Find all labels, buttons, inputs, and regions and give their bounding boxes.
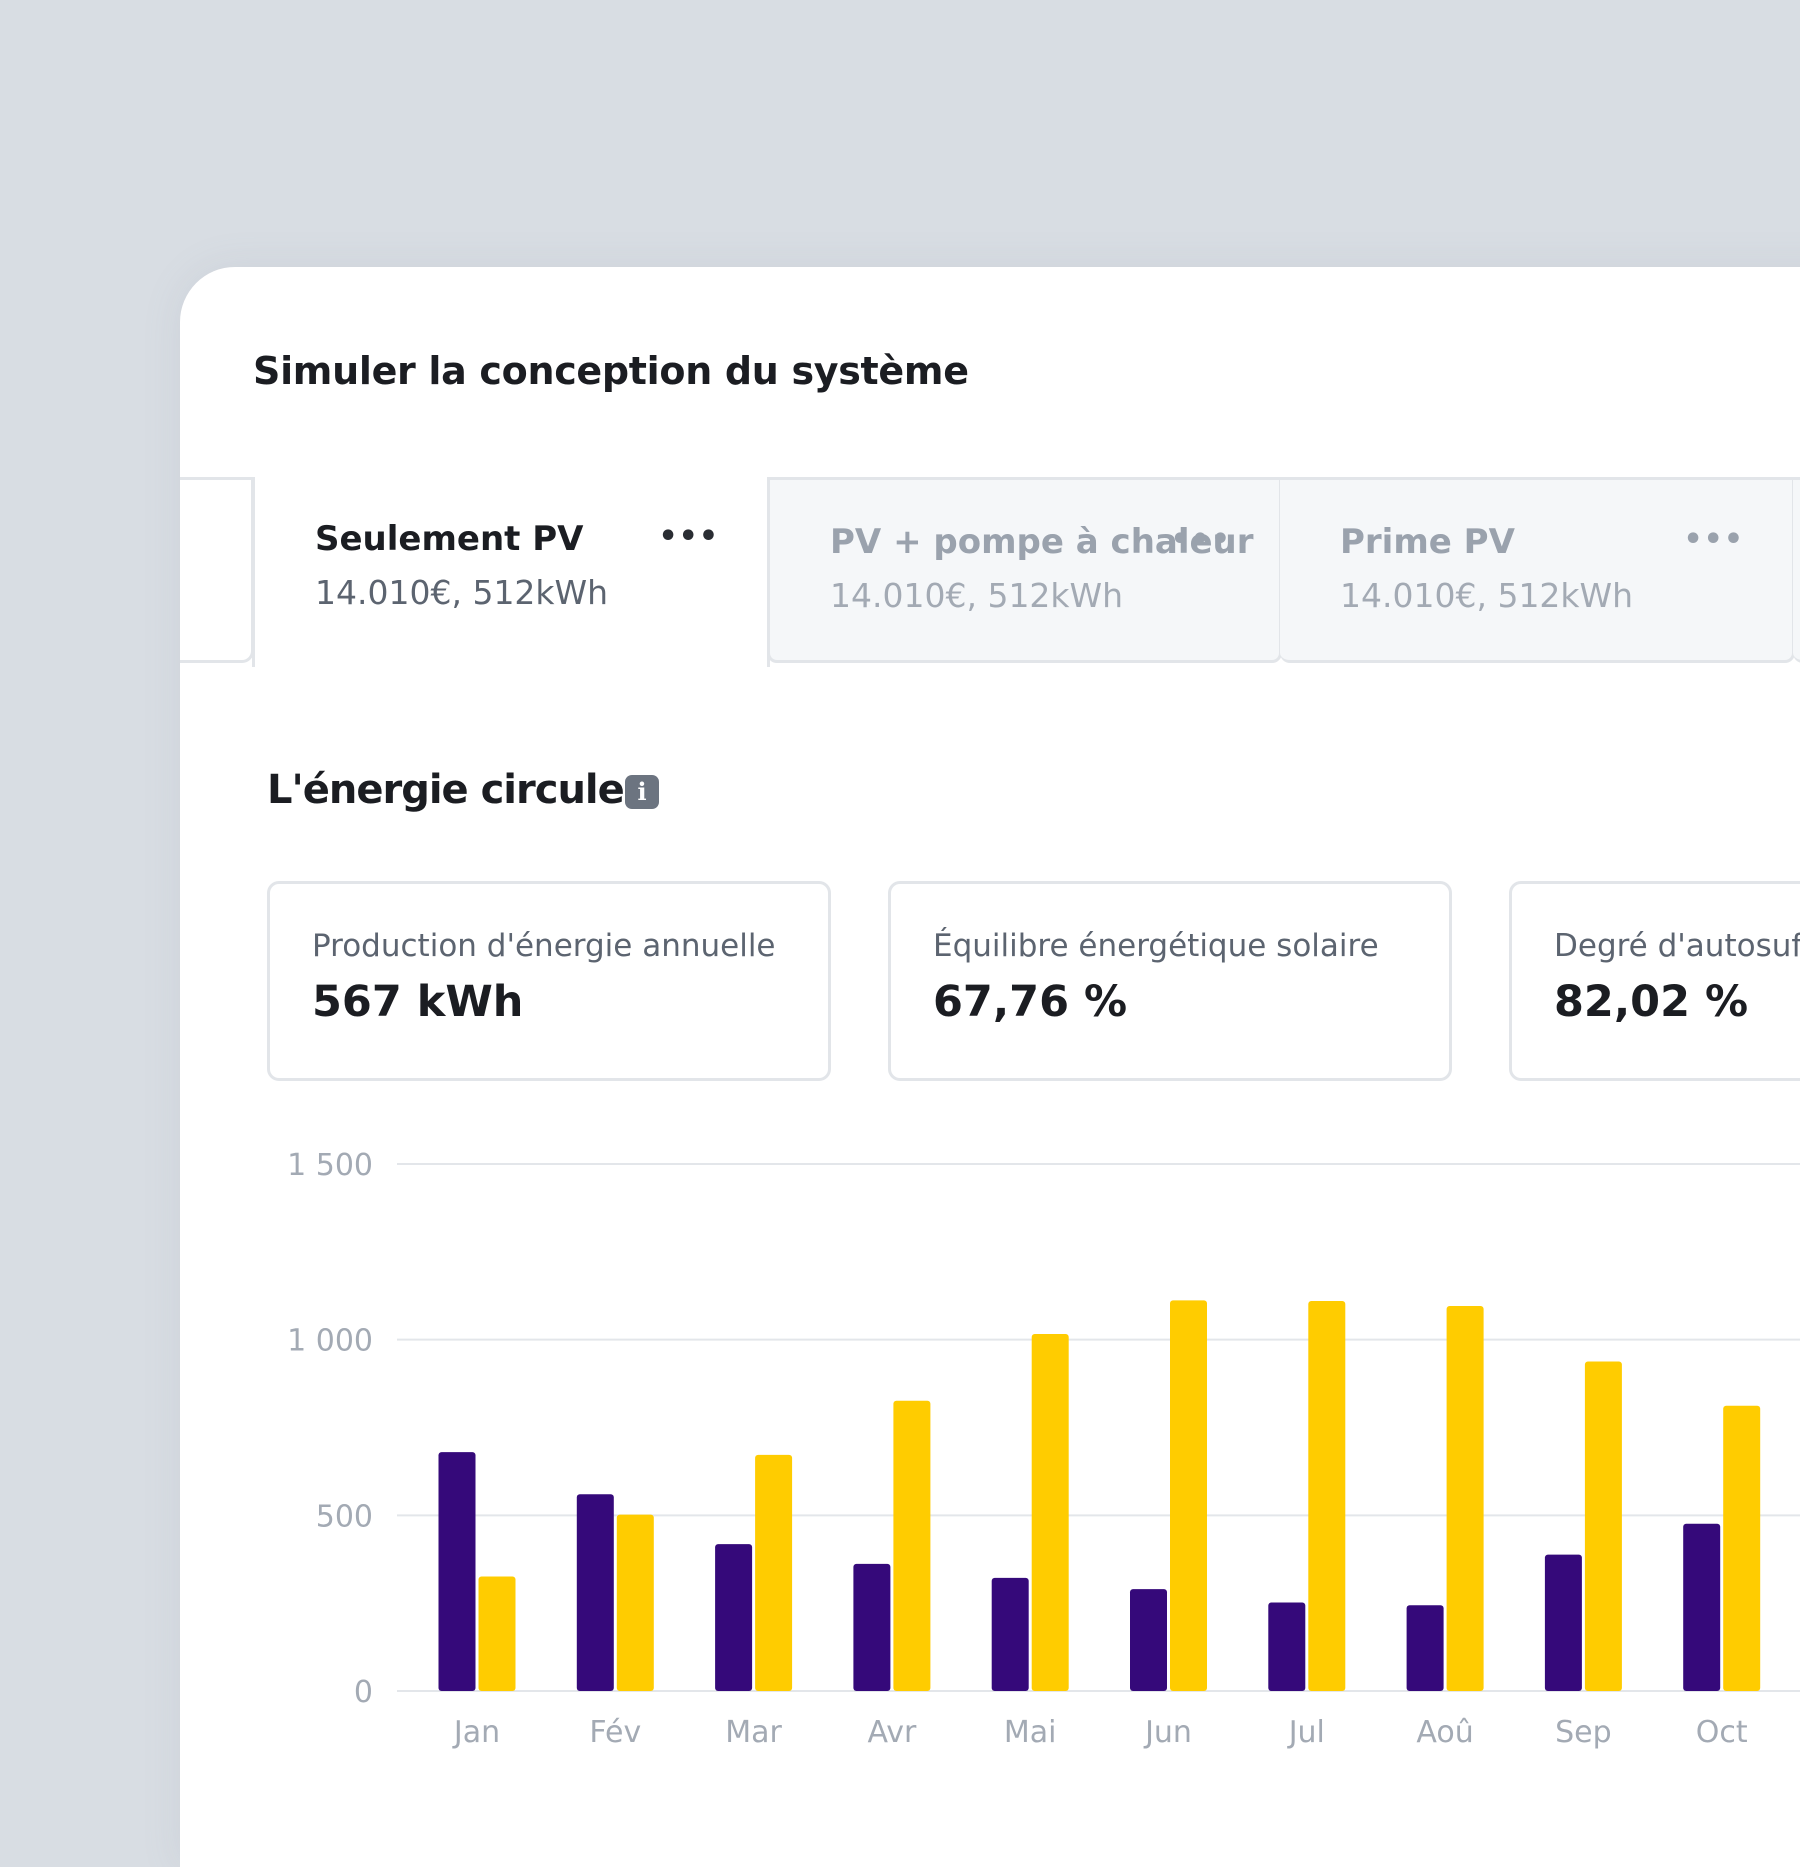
bar-Sep-series-1[interactable] [1544,1554,1582,1691]
x-tick-label: Mar [725,1715,782,1750]
y-tick-label: 1 500 [287,1148,373,1183]
x-tick-label: Jan [452,1715,500,1750]
y-tick-label: 500 [316,1499,373,1534]
bar-Mar-series-1[interactable] [715,1544,753,1691]
bar-Fév-series-1[interactable] [576,1494,614,1691]
bar-Fév-series-2[interactable] [616,1514,654,1691]
bar-Jul-series-1[interactable] [1268,1602,1306,1691]
x-tick-label: Avr [867,1715,917,1750]
bar-Mai-series-2[interactable] [1031,1334,1069,1691]
bar-Aoû-series-1[interactable] [1406,1605,1444,1691]
x-tick-label: Fév [589,1715,641,1750]
bar-Oct-series-2[interactable] [1723,1405,1761,1691]
simulation-card: Simuler la conception du système Seuleme… [180,267,1800,1867]
bar-Jan-series-2[interactable] [478,1576,516,1691]
bar-Avr-series-1[interactable] [853,1563,891,1691]
bar-Aoû-series-2[interactable] [1446,1305,1484,1691]
x-tick-label: Aoû [1416,1715,1473,1750]
bar-Sep-series-2[interactable] [1584,1361,1622,1691]
x-tick-label: Jun [1143,1715,1192,1750]
x-tick-label: Oct [1696,1715,1748,1750]
bar-Mai-series-1[interactable] [991,1577,1029,1691]
bar-Avr-series-2[interactable] [893,1400,931,1691]
energy-bar-chart: 0 500 1 000 1 500 Jan Fév Mar Avr Mai Jun Jul Aoû Se… [287,1148,1800,1750]
x-tick-label: Mai [1004,1715,1057,1750]
bar-Jun-series-2[interactable] [1170,1300,1207,1691]
x-tick-label: Jul [1287,1715,1325,1750]
bar-Mar-series-2[interactable] [755,1454,793,1691]
bar-Jul-series-2[interactable] [1308,1301,1346,1691]
y-tick-label: 1 000 [287,1324,373,1359]
x-tick-label: Sep [1555,1715,1612,1750]
bar-Oct-series-1[interactable] [1683,1523,1721,1691]
bar-Jan-series-1[interactable] [438,1452,476,1691]
y-tick-label: 0 [354,1675,373,1710]
bar-Jun-series-1[interactable] [1130,1589,1167,1691]
